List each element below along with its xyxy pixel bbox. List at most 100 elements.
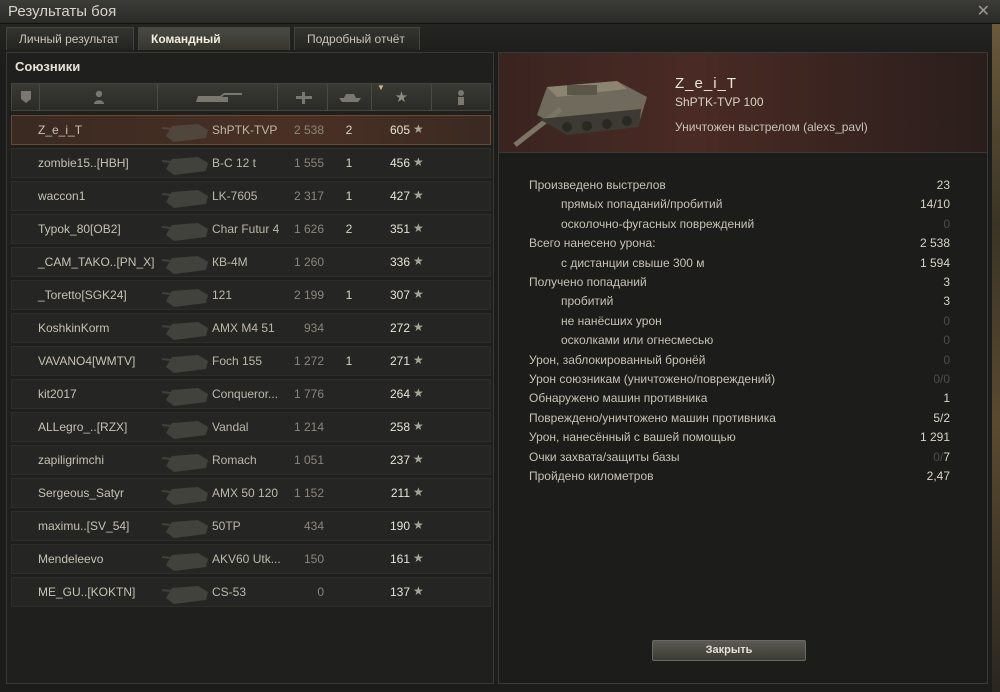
medal-icon[interactable] bbox=[432, 84, 490, 110]
stat-label: Урон, нанесённый с вашей помощью bbox=[529, 430, 736, 445]
player-icon[interactable] bbox=[40, 84, 158, 110]
player-row[interactable]: Mendeleevo AKV60 Utk... 150 161 ★ bbox=[11, 544, 491, 574]
star-icon: ★ bbox=[413, 419, 424, 433]
player-row[interactable]: Sergeous_Satyr AMX 50 120 1 152 211 ★ bbox=[11, 478, 491, 508]
player-row[interactable]: zapiligrimchi Romach 1 051 237 ★ bbox=[11, 445, 491, 475]
title-bar: Результаты боя ✕ bbox=[0, 0, 1000, 24]
kills-value: 1 bbox=[345, 288, 353, 302]
stat-value: 5/2 bbox=[933, 410, 950, 425]
stat-value: 0 bbox=[943, 216, 950, 231]
battle-results-window: Результаты боя ✕ Личный результат Команд… bbox=[0, 0, 1000, 692]
star-icon: ★ bbox=[413, 551, 424, 565]
stat-value: 2,47 bbox=[926, 469, 950, 483]
kills-value: 1 bbox=[345, 156, 353, 170]
player-row[interactable]: _CAM_TAKO..[PN_X] КВ-4М 1 260 336 ★ bbox=[11, 247, 491, 277]
player-name: ALLegro_..[RZX] bbox=[38, 420, 128, 434]
player-row[interactable]: Z_e_i_T ShPTK-TVP 2 538 2 605 ★ bbox=[11, 115, 491, 145]
player-name: waccon1 bbox=[38, 189, 86, 203]
xp-value: 190 bbox=[389, 519, 410, 533]
player-row[interactable]: KoshkinKorm AMX M4 51 934 272 ★ bbox=[11, 313, 491, 343]
background-strip bbox=[992, 24, 1000, 692]
frags-icon[interactable] bbox=[328, 84, 372, 110]
damage-value: 1 260 bbox=[293, 255, 324, 269]
tank-thumbnail bbox=[162, 520, 208, 538]
platoon-icon[interactable] bbox=[12, 84, 40, 110]
stat-value: 0/0 bbox=[933, 372, 950, 386]
star-icon: ★ bbox=[413, 452, 424, 466]
kills-value: 2 bbox=[345, 123, 353, 137]
player-row[interactable]: VAVANO4[WMTV] Foch 155 1 272 1 271 ★ bbox=[11, 346, 491, 376]
tank-thumbnail bbox=[162, 487, 208, 505]
player-row[interactable]: maximu..[SV_54] 50TP 434 190 ★ bbox=[11, 511, 491, 541]
player-row[interactable]: _Toretto[SGK24] 121 2 199 1 307 ★ bbox=[11, 280, 491, 310]
damage-icon[interactable] bbox=[278, 84, 328, 110]
stat-row: не нанёсших урон 0 bbox=[529, 314, 950, 332]
tab-detailed-report[interactable]: Подробный отчёт bbox=[294, 27, 420, 50]
detail-vehicle-name: ShPTK-TVP 100 bbox=[675, 95, 764, 109]
stat-row: Урон, нанесённый с вашей помощью 1 291 bbox=[529, 430, 950, 448]
damage-value: 1 214 bbox=[293, 420, 324, 434]
tab-team-result[interactable]: Командный результат bbox=[138, 27, 290, 68]
player-row[interactable]: Typok_80[OB2] Char Futur 4 1 626 2 351 ★ bbox=[11, 214, 491, 244]
player-name: zapiligrimchi bbox=[38, 453, 105, 467]
stat-row: Всего нанесено урона: 2 538 bbox=[529, 236, 950, 254]
close-button[interactable]: Закрыть bbox=[652, 640, 806, 661]
detail-status: Уничтожен выстрелом (alexs_pavl) bbox=[675, 120, 868, 134]
kills-value: 1 bbox=[345, 354, 353, 368]
stat-label: Урон союзникам (уничтожено/повреждений) bbox=[529, 372, 776, 386]
stat-value-part: 0/ bbox=[933, 449, 944, 464]
star-icon: ★ bbox=[413, 188, 424, 202]
stat-row: Урон союзникам (уничтожено/повреждений) 0… bbox=[529, 372, 950, 390]
tank-name: 50TP bbox=[212, 519, 241, 533]
stat-label: Пройдено километров bbox=[529, 469, 654, 483]
stat-row: прямых попаданий/пробитий 14/10 bbox=[529, 197, 950, 215]
allies-header: ★ ▼ bbox=[11, 83, 491, 111]
tank-name: AMX 50 120 bbox=[212, 486, 279, 500]
damage-value: 2 538 bbox=[293, 123, 324, 137]
damage-value: 0 bbox=[317, 585, 324, 599]
stat-value: 0 bbox=[943, 333, 950, 348]
damage-value: 1 051 bbox=[293, 453, 324, 467]
stat-label: Произведено выстрелов bbox=[529, 178, 666, 192]
player-row[interactable]: ME_GU..[KOKTN] CS-53 0 137 ★ bbox=[11, 577, 491, 607]
stat-row: Урон, заблокированный бронёй 0 bbox=[529, 353, 950, 371]
close-icon[interactable]: ✕ bbox=[977, 1, 990, 21]
player-row[interactable]: kit2017 Conqueror... 1 776 264 ★ bbox=[11, 379, 491, 409]
stat-row: Очки захвата/защиты базы 0/7 bbox=[529, 450, 950, 468]
player-row[interactable]: waccon1 LK-7605 2 317 1 427 ★ bbox=[11, 181, 491, 211]
tank-name: B-C 12 t bbox=[212, 156, 257, 170]
stat-label: Очки захвата/защиты базы bbox=[529, 449, 680, 464]
tank-thumbnail bbox=[162, 124, 208, 142]
tank-name: CS-53 bbox=[212, 585, 247, 599]
detail-player-name: Z_e_i_T bbox=[675, 75, 738, 92]
damage-value: 150 bbox=[303, 552, 324, 566]
damage-value: 434 bbox=[303, 519, 324, 533]
star-icon: ★ bbox=[413, 584, 424, 598]
player-name: zombie15..[HBH] bbox=[38, 156, 129, 170]
tab-personal-result[interactable]: Личный результат bbox=[6, 27, 134, 50]
player-row[interactable]: ALLegro_..[RZX] Vandal 1 214 258 ★ bbox=[11, 412, 491, 442]
stat-value: 3 bbox=[943, 294, 950, 309]
stat-row: осколками или огнесмесью 0 bbox=[529, 333, 950, 351]
tank-thumbnail bbox=[162, 289, 208, 307]
allies-panel: Союзники ★ ▼ Z_e_i_T ShPTK-TVP 2 538 2 6… bbox=[6, 52, 494, 684]
sort-arrow-icon: ▼ bbox=[377, 83, 385, 92]
stat-row: пробитий 3 bbox=[529, 294, 950, 312]
stat-value: 0 bbox=[943, 352, 950, 367]
star-icon: ★ bbox=[413, 386, 424, 400]
player-row[interactable]: zombie15..[HBH] B-C 12 t 1 555 1 456 ★ bbox=[11, 148, 491, 178]
player-name: Typok_80[OB2] bbox=[38, 222, 121, 236]
stat-label: пробитий bbox=[561, 294, 614, 309]
tank-name: ShPTK-TVP bbox=[212, 123, 278, 137]
star-icon: ★ bbox=[413, 320, 424, 334]
tank-icon[interactable] bbox=[158, 84, 278, 110]
xp-value: 351 bbox=[389, 222, 410, 236]
tank-thumbnail bbox=[162, 454, 208, 472]
player-name: Z_e_i_T bbox=[38, 123, 83, 137]
xp-value: 605 bbox=[389, 123, 410, 137]
damage-value: 934 bbox=[303, 321, 324, 335]
damage-value: 1 152 bbox=[293, 486, 324, 500]
star-icon: ★ bbox=[413, 221, 424, 235]
stat-row: Получено попаданий 3 bbox=[529, 275, 950, 293]
tank-name: 121 bbox=[212, 288, 233, 302]
